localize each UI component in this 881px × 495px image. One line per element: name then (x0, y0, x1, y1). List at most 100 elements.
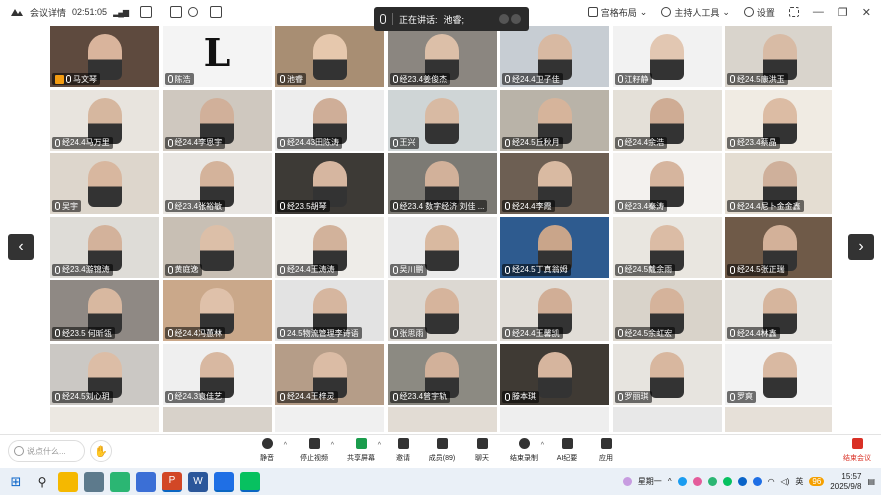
windows-start-icon[interactable]: ⊞ (6, 472, 26, 492)
stop-video-button[interactable]: 停止视频 ^ (294, 438, 334, 468)
tray-app-icon[interactable] (677, 477, 687, 486)
ai-notes-button[interactable]: AI纪要 (547, 438, 587, 468)
popout-icon[interactable] (140, 6, 153, 18)
video-tile[interactable]: 黄庭逸 (162, 216, 272, 278)
calculator-icon[interactable] (84, 471, 104, 492)
powerpoint-icon[interactable]: P (162, 471, 182, 492)
video-tile[interactable]: 经23.4张裕敏 (162, 153, 272, 214)
apps-button[interactable]: 应用 (586, 438, 626, 468)
video-tile[interactable]: 罗爽 (725, 343, 832, 405)
video-tile[interactable]: 经23.4姜俊杰 (387, 26, 497, 87)
video-tile[interactable] (387, 407, 497, 432)
search-icon[interactable]: ⚲ (32, 472, 52, 492)
video-tile[interactable]: 经24.4王馨凯 (500, 280, 609, 341)
video-tile[interactable] (725, 407, 832, 432)
calendar-widget-icon[interactable] (622, 477, 632, 486)
wechat-icon[interactable] (240, 471, 260, 492)
end-recording-button[interactable]: 结束录制 ^ (504, 438, 544, 468)
video-tile[interactable]: 经24.4王涛涛 (275, 216, 384, 278)
chevron-up-icon[interactable]: ^ (331, 442, 334, 449)
video-tile[interactable]: 经24.5康洪玉 (725, 26, 832, 87)
members-button[interactable]: 成员(89) (422, 438, 462, 468)
video-tile[interactable]: 张思雨 (387, 280, 497, 341)
chat-button[interactable]: 聊天 (462, 438, 502, 468)
video-tile[interactable]: 经24.5戴余雨 (612, 216, 722, 278)
video-tile[interactable] (500, 407, 609, 432)
clock[interactable]: 15:57 2025/9/8 (830, 472, 861, 492)
close-button[interactable]: ✕ (862, 6, 871, 19)
video-tile[interactable]: 经24.43田陈涛 (275, 89, 384, 151)
video-tile[interactable] (275, 407, 384, 432)
video-tile[interactable]: 马文琴 (50, 26, 159, 87)
video-tile[interactable]: 经24.5张正瑞 (725, 216, 832, 278)
video-tile[interactable]: 罗丽琪 (612, 343, 722, 405)
video-tile[interactable]: 24.5物流管理李诗语 (275, 280, 384, 341)
video-tile[interactable]: 经24.4李恩宇 (162, 89, 272, 151)
mute-button[interactable]: 静音 ^ (247, 438, 287, 468)
tray-app-icon[interactable] (752, 477, 762, 486)
video-tile[interactable]: 经24.4王梓灵 (275, 343, 384, 405)
tray-app-icon[interactable] (722, 477, 732, 486)
chevron-up-icon[interactable]: ^ (541, 442, 544, 449)
fullscreen-icon[interactable] (788, 7, 799, 17)
video-tile[interactable]: 经24.4林鑫 (725, 280, 832, 341)
volume-icon[interactable]: ◁) (781, 477, 790, 486)
chevron-up-icon[interactable]: ^ (378, 442, 381, 449)
video-tile[interactable]: 经24.5余虹宏 (612, 280, 722, 341)
video-tile[interactable]: 滕本琪 (500, 343, 609, 405)
video-tile[interactable] (612, 407, 722, 432)
video-tile[interactable]: 经24.3袁佳艺 (162, 343, 272, 405)
cloud-icon[interactable] (188, 7, 199, 17)
end-meeting-button[interactable]: 结束会议 (843, 438, 871, 463)
video-tile[interactable]: 经24.4马万里 (50, 89, 159, 151)
tencent-meeting-taskbar-icon[interactable] (214, 471, 234, 492)
video-tile[interactable]: 经24.4尼卜金金鑫 (725, 153, 832, 214)
video-tile[interactable]: 经24.5刘心玥 (50, 343, 159, 405)
video-tile[interactable]: 经23.4蔡晶 (725, 89, 832, 151)
raise-hand-button[interactable]: ✋ (90, 440, 112, 462)
word-icon[interactable]: W (188, 471, 208, 492)
screen-record-icon[interactable] (210, 6, 223, 18)
video-tile[interactable]: 经23.5胡琴 (275, 153, 384, 214)
chevron-up-icon[interactable]: ^ (284, 442, 287, 449)
video-tile[interactable]: 吴川鹏 (387, 216, 497, 278)
video-tile[interactable]: 王兴 (387, 89, 497, 151)
tray-app-icon[interactable] (692, 477, 702, 486)
tray-app-icon[interactable] (707, 477, 717, 486)
invite-button[interactable]: 邀请 (383, 438, 423, 468)
quick-chat-input[interactable]: 说点什么... (8, 440, 85, 462)
prev-page-button[interactable]: ‹ (8, 234, 34, 260)
next-page-button[interactable]: › (848, 234, 874, 260)
minimize-button[interactable]: — (813, 6, 824, 19)
video-tile[interactable]: 经24.4余浩 (612, 89, 722, 151)
video-tile[interactable]: 经24.5丘秋月 (500, 89, 609, 151)
app-grid-icon[interactable] (136, 471, 156, 492)
wechat-work-icon[interactable] (110, 471, 130, 492)
video-tile[interactable]: 经24.4李霞 (500, 153, 609, 214)
video-tile[interactable]: 经24.4卫子佳 (500, 26, 609, 87)
settings-button[interactable]: 设置 (743, 6, 775, 19)
video-tile[interactable]: 池睿 (275, 26, 384, 87)
video-tile[interactable]: 经24.4冯蕙林 (162, 280, 272, 341)
video-tile[interactable] (50, 407, 159, 432)
notification-badge[interactable]: 96 (809, 477, 825, 486)
video-tile[interactable]: L 陈浩 (162, 26, 272, 87)
chevron-up-icon[interactable]: ^ (668, 477, 672, 486)
share-screen-button[interactable]: 共享屏幕 ^ (341, 438, 381, 468)
video-tile[interactable]: 经23.5 何昕瓴 (50, 280, 159, 341)
video-tile[interactable]: 经23.4游锦涛 (50, 216, 159, 278)
notification-center-icon[interactable]: ▤ (867, 477, 875, 486)
video-tile[interactable]: 经23.4曾宇轨 (387, 343, 497, 405)
wifi-icon[interactable]: ◠ (768, 477, 775, 486)
video-tile[interactable]: 经23.4 数字经济 刘佳 ... (387, 153, 497, 214)
video-tile[interactable]: 经23.4秦涛 (612, 153, 722, 214)
video-tile[interactable] (162, 407, 272, 432)
ime-indicator[interactable]: 英 (795, 476, 803, 487)
whiteboard-icon[interactable] (170, 6, 183, 18)
meeting-info-link[interactable]: 会议详情 (30, 6, 66, 19)
video-tile[interactable]: 经24.5丁真翁姆 (500, 216, 609, 278)
tray-app-icon[interactable] (737, 477, 747, 486)
video-tile[interactable]: 吴宇 (50, 153, 159, 214)
restore-button[interactable]: ❐ (838, 6, 848, 19)
host-tools-menu[interactable]: 主持人工具 ⌄ (661, 6, 730, 19)
